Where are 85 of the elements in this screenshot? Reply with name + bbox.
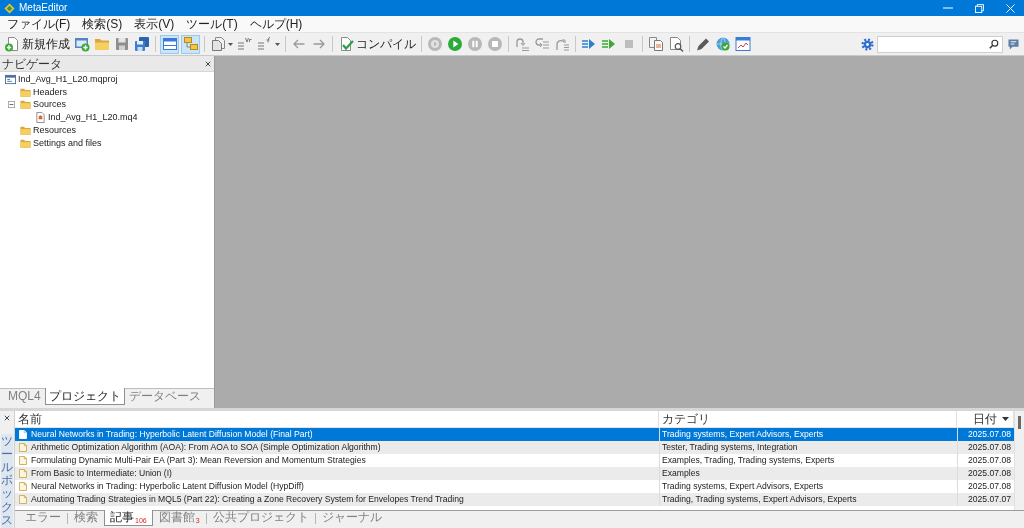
- article-title: Arithmetic Optimization Algorithm (AOA): From AOA to SOA (Simple Optimization Algorithm): [31, 441, 381, 454]
- tree-item[interactable]: Headers: [33, 86, 68, 98]
- restore-icon[interactable]: [975, 3, 984, 13]
- navigator-toggle-button[interactable]: [160, 34, 179, 54]
- compile-button[interactable]: コンパイル: [336, 34, 418, 54]
- arrow-lines-icon[interactable]: [601, 36, 617, 52]
- close-icon[interactable]: [205, 60, 211, 67]
- article-row[interactable]: Neural Networks in Trading: Hyperbolic Latent Diffusion Model (Final Part) Trading systems, Expert Advisors, Experts 2025.07.08: [15, 428, 1014, 441]
- arrow-lines-icon[interactable]: [581, 36, 597, 52]
- caret-icon[interactable]: [275, 42, 280, 46]
- panel-title: ナビゲータ: [2, 56, 62, 71]
- menu-item[interactable]: ファイル(F): [1, 16, 77, 32]
- play-icon[interactable]: [447, 36, 463, 52]
- category-cell: Trading, Trading systems, Expert Advisors, Experts: [659, 493, 957, 506]
- menu-item[interactable]: ヘルプ(H): [243, 16, 309, 32]
- tree-item[interactable]: Ind_Avg_H1_L20.mqproj: [18, 73, 118, 85]
- tree-item[interactable]: Resources: [33, 125, 77, 137]
- folder-icon: [20, 86, 31, 98]
- logo-icon: [4, 2, 15, 14]
- window-icon: [5, 73, 16, 85]
- chart-window-icon[interactable]: [735, 36, 751, 52]
- save-icon[interactable]: [114, 36, 130, 52]
- new-file-button[interactable]: 新規作成: [2, 34, 72, 54]
- article-title: Neural Networks in Trading: Hyperbolic Latent Diffusion Model (Final Part): [31, 428, 313, 441]
- article-title: Automating Trading Strategies in MQL5 (Part 22): Creating a Zone Recovery System for Envelopes Trend Trading: [31, 493, 464, 506]
- folder-icon: [20, 137, 31, 149]
- article-title: Formulating Dynamic Multi-Pair EA (Part 3): Mean Reversion and Momentum Strategies: [31, 454, 366, 467]
- document-icon: [19, 456, 27, 465]
- folder-icon: [20, 99, 31, 111]
- pause-icon[interactable]: [467, 36, 483, 52]
- curved-arrow-icon[interactable]: [534, 36, 550, 52]
- menu-item[interactable]: ツール(T): [180, 16, 244, 32]
- article-title: From Basic to Intermediate: Union (I): [31, 467, 172, 480]
- document-icon: [19, 469, 27, 478]
- copy-icon[interactable]: [648, 36, 664, 52]
- circle-icon[interactable]: [427, 36, 443, 52]
- pages-icon[interactable]: [210, 36, 226, 52]
- linked-boxes-icon: [182, 36, 199, 52]
- article-row[interactable]: Arithmetic Optimization Algorithm (AOA): From AOA to SOA (Simple Optimization Algorithm) Tester, Trading systems, Integration 2025.07.08: [15, 441, 1014, 454]
- layout-icon: [161, 36, 178, 52]
- curved-arrow-icon[interactable]: [554, 36, 570, 52]
- panel-tab[interactable]: プロジェクト: [44, 388, 125, 405]
- toolbox-toggle-button[interactable]: [181, 34, 200, 54]
- save-all-icon[interactable]: [134, 36, 150, 52]
- document-icon: [35, 112, 46, 124]
- search-icon[interactable]: [989, 39, 999, 49]
- document-check-icon: [338, 36, 354, 52]
- tree-item[interactable]: Ind_Avg_H1_L20.mq4: [48, 112, 138, 124]
- document-icon: [19, 495, 27, 504]
- document-search-icon[interactable]: [668, 36, 684, 52]
- globe-check-icon[interactable]: [715, 36, 731, 52]
- tree-item[interactable]: Sources: [33, 99, 67, 111]
- panel-tab[interactable]: データベース: [124, 388, 205, 405]
- pen-icon[interactable]: [695, 36, 711, 52]
- article-title: Neural Networks in Trading: Hyperbolic Latent Diffusion Model (HypDiff): [31, 480, 304, 493]
- tree-item[interactable]: Settings and files: [33, 137, 102, 149]
- window-title: MetaEditor: [19, 2, 68, 14]
- scrollbar-thumb[interactable]: [1018, 416, 1021, 429]
- window-plus-icon[interactable]: [74, 36, 90, 52]
- toolbox-tab[interactable]: 公共プロジェクト: [206, 510, 315, 526]
- panel-tab[interactable]: MQL4: [4, 388, 45, 405]
- minus-box-icon[interactable]: [8, 101, 15, 109]
- document-icon: [19, 443, 27, 452]
- document-icon: [19, 430, 27, 439]
- folder-icon[interactable]: [94, 36, 110, 52]
- menu-item[interactable]: 検索(S): [76, 16, 129, 32]
- article-row[interactable]: Automating Trading Strategies in MQL5 (Part 22): Creating a Zone Recovery System for Envelopes Trend Trading Trading, Trading systems, Expert Advisors, Experts 2025.07.07: [15, 493, 1014, 506]
- folder-icon: [20, 125, 31, 137]
- document-plus-icon: [4, 36, 20, 52]
- lines-icon[interactable]: [237, 36, 253, 52]
- scrollbar[interactable]: [1014, 411, 1024, 510]
- document-icon: [19, 482, 27, 491]
- article-row[interactable]: From Basic to Intermediate: Union (I) Examples 2025.07.08: [15, 467, 1014, 480]
- caret-icon[interactable]: [228, 42, 233, 46]
- search-field[interactable]: [877, 35, 1003, 53]
- column-header[interactable]: 名前: [15, 411, 659, 427]
- menu-item[interactable]: 表示(V): [128, 16, 181, 32]
- toolbox-tab[interactable]: 検索: [68, 510, 104, 526]
- settings-icon[interactable]: [861, 37, 874, 51]
- toolbox-title: ツールボックス: [1, 433, 13, 528]
- close-icon[interactable]: [4, 415, 10, 421]
- toolbox-tab[interactable]: ジャーナル: [315, 510, 388, 526]
- curved-arrow-icon[interactable]: [514, 36, 530, 52]
- chat-icon[interactable]: [1008, 38, 1019, 50]
- stop-icon[interactable]: [487, 36, 503, 52]
